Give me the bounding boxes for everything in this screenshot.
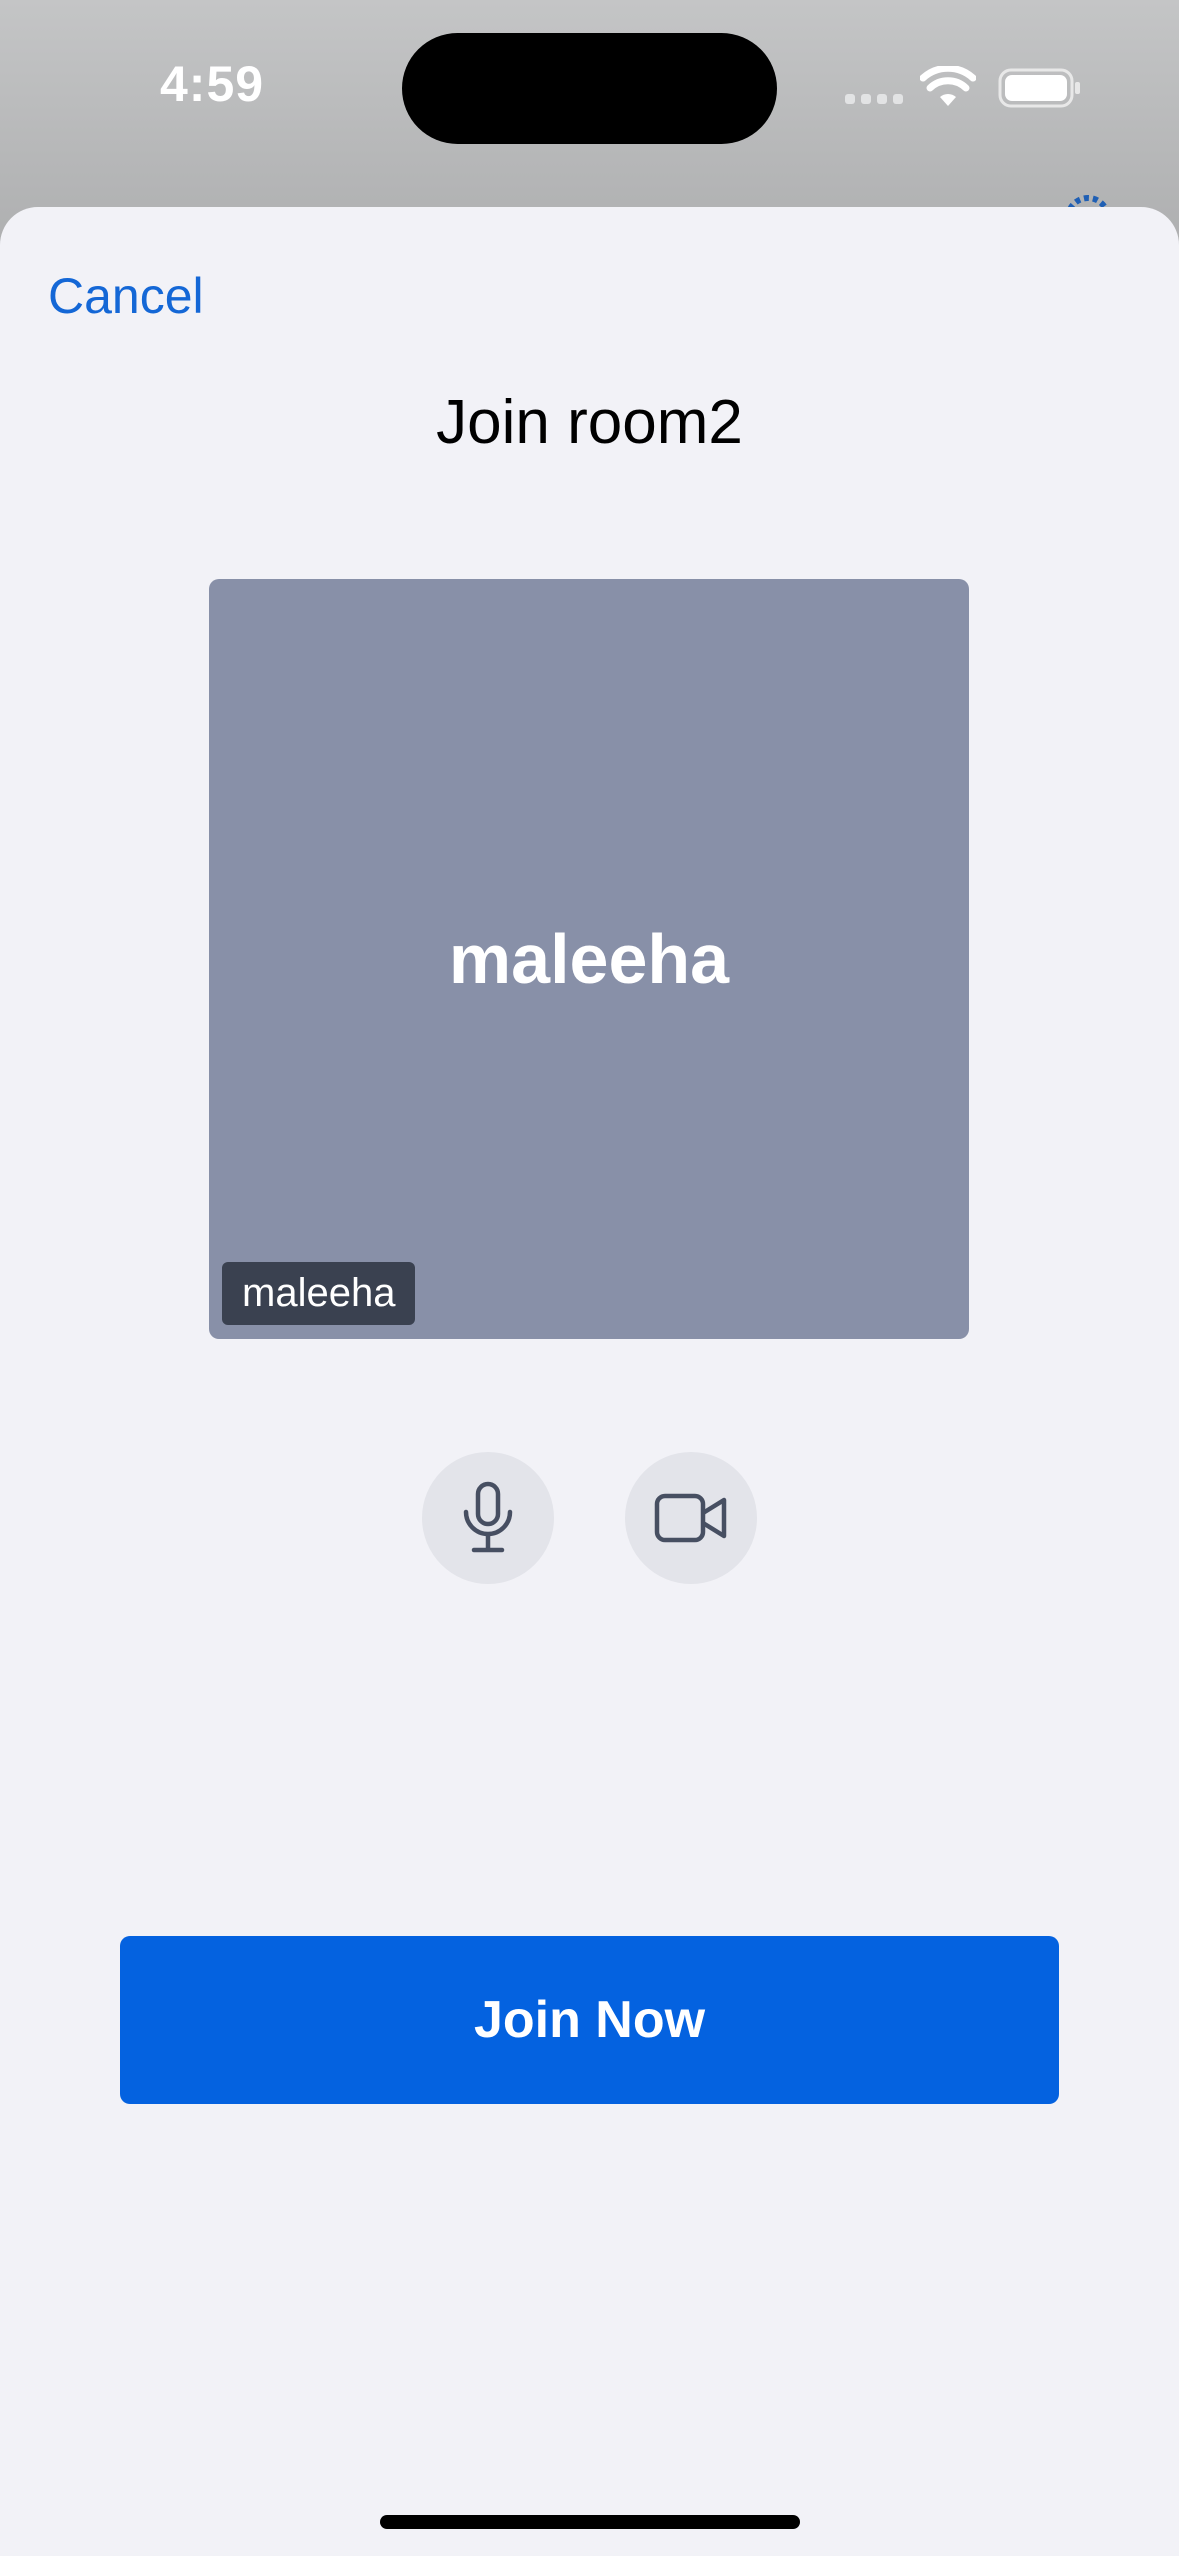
preview-display-name: maleeha	[448, 920, 730, 998]
home-indicator	[380, 2515, 800, 2529]
join-room-sheet: Cancel Join room2 maleeha maleeha Join N…	[0, 207, 1179, 2556]
dynamic-island	[402, 33, 777, 144]
status-time: 4:59	[160, 56, 265, 112]
cellular-dots-icon	[845, 94, 905, 106]
cancel-button[interactable]: Cancel	[48, 267, 204, 325]
microphone-toggle-button[interactable]	[422, 1452, 554, 1584]
battery-icon	[998, 68, 1080, 108]
participant-name-badge: maleeha	[222, 1262, 416, 1325]
video-camera-icon	[654, 1493, 727, 1543]
page-title: Join room2	[436, 388, 743, 457]
join-now-button[interactable]: Join Now	[120, 1936, 1059, 2104]
video-preview-tile: maleeha maleeha	[209, 579, 969, 1339]
microphone-icon	[463, 1481, 513, 1553]
camera-toggle-button[interactable]	[625, 1452, 757, 1584]
wifi-icon	[920, 66, 976, 106]
